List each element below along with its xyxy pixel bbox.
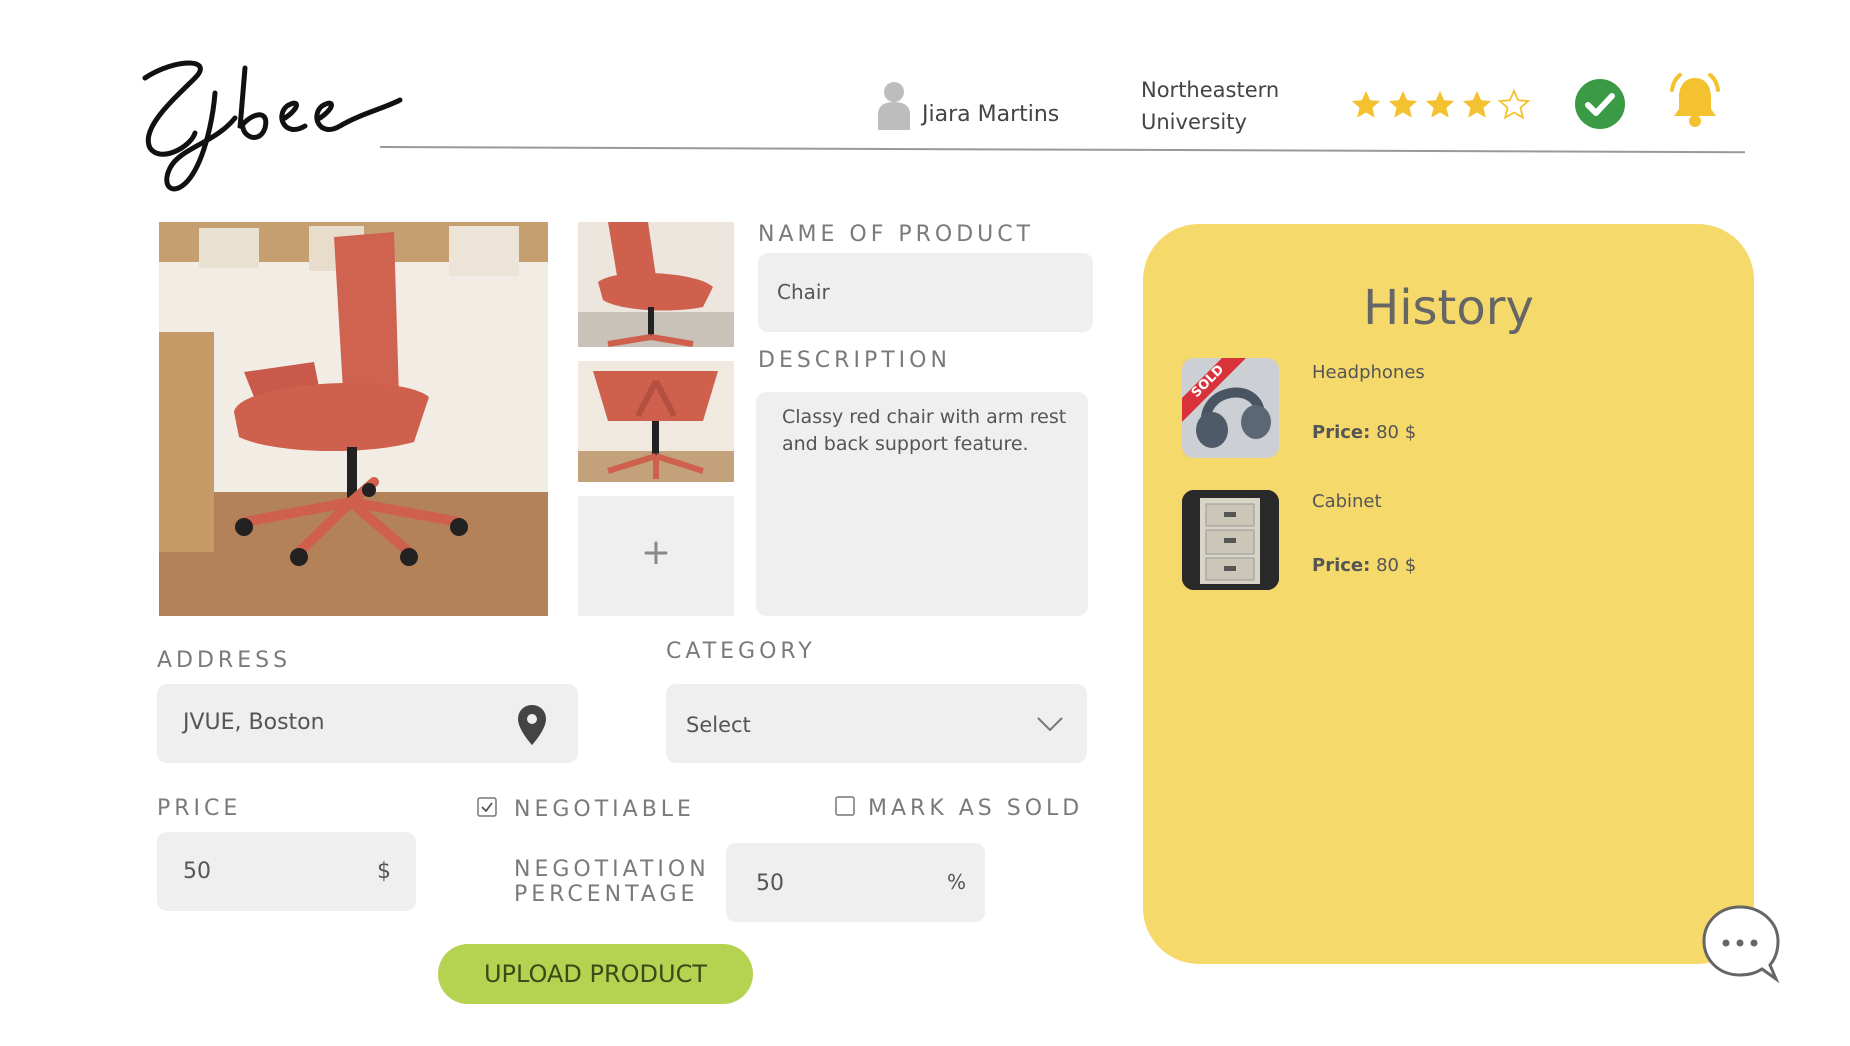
history-item-name: Cabinet (1312, 491, 1382, 512)
history-item-name: Headphones (1312, 362, 1425, 383)
product-name-value: Chair (777, 280, 830, 304)
category-value: Select (686, 713, 751, 737)
thumbnail-image[interactable] (578, 361, 734, 482)
currency-symbol: $ (377, 859, 391, 884)
thumbnail-image[interactable] (578, 222, 734, 347)
plus-icon: + (640, 532, 672, 573)
address-label: ADDRESS (157, 648, 292, 673)
history-item-price: Price: 80 $ (1312, 555, 1417, 576)
history-item-price: Price: 80 $ (1312, 422, 1417, 443)
address-value: JVUE, Boston (183, 710, 325, 735)
logo[interactable] (135, 48, 410, 193)
upload-product-button[interactable]: UPLOAD PRODUCT (438, 944, 753, 1004)
university-name: Northeastern University (1141, 78, 1280, 134)
address-input[interactable]: JVUE, Boston (157, 684, 578, 763)
star-filled-icon (1425, 90, 1455, 118)
star-filled-icon (1351, 90, 1381, 118)
main-product-image[interactable] (159, 222, 548, 616)
upload-product-label: UPLOAD PRODUCT (483, 960, 708, 988)
description-value: Classy red chair with arm rest and back … (782, 406, 1067, 455)
description-textarea[interactable]: Classy red chair with arm rest and back … (756, 392, 1088, 616)
location-pin-icon[interactable] (517, 704, 547, 746)
price-label: PRICE (157, 796, 242, 821)
verified-check-icon (1575, 79, 1625, 129)
description-label: DESCRIPTION (758, 348, 951, 373)
negotiable-checkbox[interactable] (477, 797, 497, 817)
category-label: CATEGORY (666, 639, 816, 664)
history-panel: History SOLD Headphones Price: 80 $ Cabi… (1143, 224, 1754, 964)
negotiation-percentage-label: NEGOTIATION PERCENTAGE (514, 857, 710, 907)
history-title: History (1363, 280, 1534, 336)
header-divider (379, 146, 1745, 154)
star-filled-icon (1462, 90, 1492, 118)
negotiation-percentage-input[interactable]: 50 % (726, 843, 985, 922)
chevron-down-icon (1037, 717, 1063, 732)
percent-symbol: % (947, 870, 967, 894)
name-of-product-label: NAME OF PRODUCT (758, 222, 1035, 247)
chat-icon[interactable] (1700, 903, 1782, 983)
product-name-input[interactable]: Chair (758, 253, 1093, 332)
star-filled-icon (1388, 90, 1418, 118)
history-item-image (1182, 490, 1279, 590)
price-input[interactable]: 50 $ (157, 832, 416, 911)
negotiable-label: NEGOTIABLE (514, 797, 695, 822)
mark-as-sold-label: MARK AS SOLD (868, 796, 1084, 821)
add-image-button[interactable]: + (578, 496, 734, 616)
user-icon (878, 82, 910, 130)
negotiation-value: 50 (756, 871, 784, 896)
user-name[interactable]: Jiara Martins (922, 102, 1059, 127)
mark-as-sold-checkbox[interactable] (835, 796, 855, 816)
price-value: 50 (183, 859, 211, 884)
bell-icon[interactable] (1664, 70, 1726, 132)
category-select[interactable]: Select (666, 684, 1087, 763)
star-empty-icon (1497, 88, 1531, 120)
